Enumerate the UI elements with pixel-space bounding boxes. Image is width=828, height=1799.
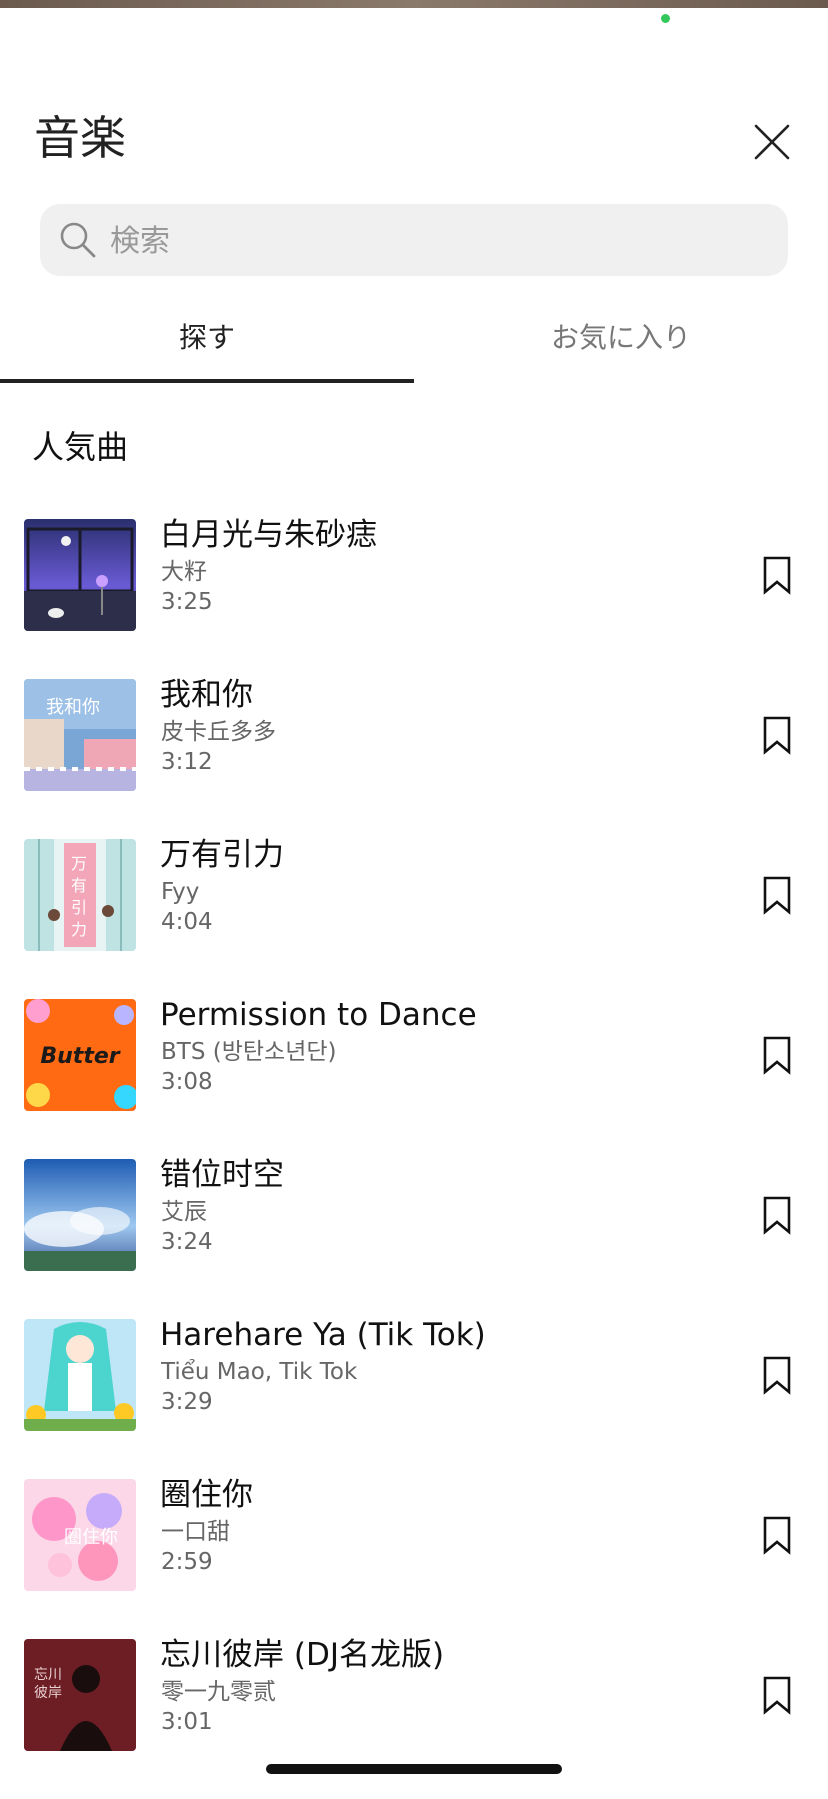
- song-duration: 3:24: [161, 1229, 213, 1255]
- svg-text:圈住你: 圈住你: [64, 1527, 118, 1548]
- song-title: 万有引力: [160, 837, 284, 873]
- album-cover: 万 有 引 力: [24, 839, 136, 951]
- bookmark-icon[interactable]: [762, 1355, 792, 1395]
- song-row[interactable]: Harehare Ya (Tik Tok) Tiểu Mao, Tik Tok …: [0, 1317, 828, 1479]
- song-row[interactable]: 白月光与朱砂痣 大籽 3:25: [0, 517, 828, 679]
- tab-favorites[interactable]: お気に入り: [414, 308, 828, 376]
- song-title: Permission to Dance: [160, 997, 477, 1033]
- bookmark-icon[interactable]: [762, 1675, 792, 1715]
- song-row[interactable]: 圈住你 圈住你 一口甜 2:59: [0, 1477, 828, 1639]
- svg-text:忘川: 忘川: [34, 1667, 62, 1683]
- search-bar[interactable]: [40, 204, 788, 278]
- song-duration: 3:29: [161, 1389, 213, 1415]
- cover-text: Butter: [40, 1044, 120, 1069]
- album-cover: [24, 519, 136, 631]
- song-artist: 一口甜: [161, 1519, 230, 1545]
- song-title: 白月光与朱砂痣: [160, 517, 377, 553]
- svg-text:引: 引: [71, 898, 87, 917]
- song-duration: 4:04: [161, 909, 213, 935]
- page-title: 音楽: [34, 111, 126, 165]
- song-artist: BTS (방탄소년단): [161, 1039, 337, 1065]
- song-duration: 3:08: [161, 1069, 213, 1095]
- song-title: 错位时空: [160, 1157, 284, 1193]
- section-title: 人気曲: [32, 428, 129, 466]
- album-cover: 圈住你: [24, 1479, 136, 1591]
- status-indicator-dot: [661, 14, 670, 23]
- tab-bar: 探す お気に入り: [0, 308, 828, 384]
- album-cover: Butter: [24, 999, 136, 1111]
- album-cover: [24, 1319, 136, 1431]
- bookmark-icon[interactable]: [762, 715, 792, 755]
- bookmark-icon[interactable]: [762, 875, 792, 915]
- song-duration: 3:01: [161, 1709, 213, 1735]
- album-cover: 我和你: [24, 679, 136, 791]
- search-icon: [60, 222, 96, 258]
- song-row[interactable]: 错位时空 艾辰 3:24: [0, 1157, 828, 1319]
- song-title: 忘川彼岸 (DJ名龙版): [160, 1637, 445, 1673]
- song-artist: 零一九零贰: [161, 1679, 276, 1705]
- top-edge-bar: [0, 0, 828, 8]
- song-artist: 皮卡丘多多: [161, 719, 276, 745]
- song-duration: 3:25: [161, 589, 213, 615]
- bookmark-icon[interactable]: [762, 1035, 792, 1075]
- svg-text:万: 万: [71, 854, 87, 873]
- song-title: 我和你: [160, 677, 253, 713]
- search-input[interactable]: [108, 204, 752, 278]
- close-icon: [754, 124, 790, 160]
- svg-text:彼岸: 彼岸: [34, 1685, 62, 1701]
- bookmark-icon[interactable]: [762, 1515, 792, 1555]
- svg-text:力: 力: [71, 920, 87, 939]
- song-artist: 大籽: [161, 559, 207, 585]
- song-duration: 3:12: [161, 749, 213, 775]
- song-row[interactable]: 我和你 我和你 皮卡丘多多 3:12: [0, 677, 828, 839]
- home-indicator[interactable]: [266, 1764, 562, 1774]
- song-artist: 艾辰: [161, 1199, 207, 1225]
- active-tab-indicator: [0, 379, 414, 383]
- song-artist: Tiểu Mao, Tik Tok: [161, 1359, 358, 1385]
- svg-text:我和你: 我和你: [46, 697, 100, 718]
- tab-explore[interactable]: 探す: [0, 308, 414, 376]
- song-title: 圈住你: [160, 1477, 253, 1513]
- song-row[interactable]: Butter Permission to Dance BTS (방탄소년단) 3…: [0, 997, 828, 1159]
- album-cover: 忘川 彼岸: [24, 1639, 136, 1751]
- song-row[interactable]: 万 有 引 力 万有引力 Fyy 4:04: [0, 837, 828, 999]
- svg-text:有: 有: [71, 876, 87, 895]
- close-button[interactable]: [748, 118, 796, 166]
- bookmark-icon[interactable]: [762, 1195, 792, 1235]
- song-title: Harehare Ya (Tik Tok): [160, 1317, 486, 1353]
- bookmark-icon[interactable]: [762, 555, 792, 595]
- song-row[interactable]: 忘川 彼岸 忘川彼岸 (DJ名龙版) 零一九零贰 3:01: [0, 1637, 828, 1799]
- song-duration: 2:59: [161, 1549, 213, 1575]
- song-artist: Fyy: [161, 879, 200, 905]
- album-cover: [24, 1159, 136, 1271]
